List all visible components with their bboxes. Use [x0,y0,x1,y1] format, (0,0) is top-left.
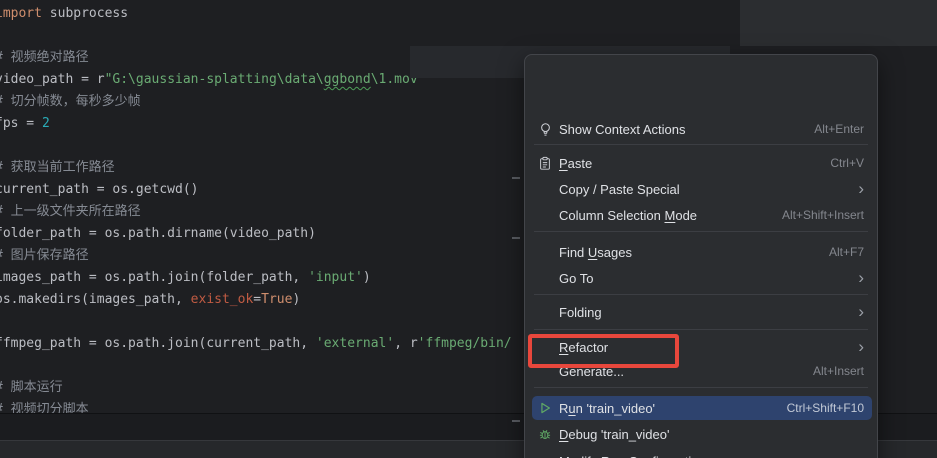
shortcut-label: Alt+Insert [793,364,864,378]
menu-separator [534,329,868,330]
menu-item-find-usages[interactable]: Find Usages Alt+F7 [526,239,876,265]
editor-context-menu: Show Context Actions Alt+Enter Paste Ctr… [524,54,878,458]
shortcut-label: Ctrl+Shift+F10 [767,401,864,415]
code-line: fps = 2 [0,113,50,135]
annotation-highlight-box [528,334,679,368]
menu-separator [534,144,868,145]
menu-item-go-to[interactable]: Go To › [526,265,876,291]
scrollbar-marker[interactable] [512,237,520,239]
submenu-arrow-icon: › [838,273,864,283]
menu-item-modify-run-configuration[interactable]: Modify Run Configuration... [526,448,876,458]
panel-fragment-right [740,0,937,46]
menu-item-copy-paste-special[interactable]: Copy / Paste Special › [526,176,876,202]
code-line: # 脚本运行 [0,377,63,399]
submenu-arrow-icon: › [838,307,864,317]
shortcut-label: Alt+F7 [809,245,864,259]
shortcut-label: Alt+Shift+Insert [762,208,864,222]
menu-item-debug-train-video[interactable]: Debug 'train_video' [526,421,876,447]
code-line: import subprocess [0,3,128,25]
code-line: folder_path = os.path.dirname(video_path… [0,223,316,245]
code-line: video_path = r"G:\gaussian-splatting\dat… [0,69,426,91]
menu-separator [534,387,868,388]
submenu-arrow-icon: › [838,184,864,194]
menu-item-paste[interactable]: Paste Ctrl+V [526,150,876,176]
shortcut-label: Alt+Enter [794,122,864,136]
menu-item-run-train-video[interactable]: Run 'train_video' Ctrl+Shift+F10 [532,396,872,420]
debug-bug-icon [535,426,555,442]
code-line: # 视频绝对路径 [0,47,89,69]
menu-item-folding[interactable]: Folding › [526,299,876,325]
menu-separator [534,294,868,295]
code-line: # 上一级文件夹所在路径 [0,201,141,223]
menu-item-column-selection-mode[interactable]: Column Selection Mode Alt+Shift+Insert [526,202,876,228]
lightbulb-icon [535,121,555,137]
submenu-arrow-icon: › [838,342,864,352]
menu-separator [534,231,868,232]
code-line: os.makedirs(images_path, exist_ok=True) [0,289,300,311]
menu-item-show-context-actions[interactable]: Show Context Actions Alt+Enter [526,116,876,142]
code-line: ffmpeg_path = os.path.join(current_path,… [0,333,512,355]
code-line: images_path = os.path.join(folder_path, … [0,267,371,289]
code-line: # 图片保存路径 [0,245,89,267]
pycharm-editor-context-menu-screenshot: import osimport subprocess# 视频绝对路径video_… [0,0,937,458]
scrollbar-marker[interactable] [512,177,520,179]
clipboard-paste-icon [535,155,555,171]
shortcut-label: Ctrl+V [810,156,864,170]
code-line: # 获取当前工作路径 [0,157,115,179]
code-line: current_path = os.getcwd() [0,179,199,201]
run-play-icon [535,400,555,416]
scrollbar-marker[interactable] [512,420,520,422]
code-line: # 切分帧数，每秒多少帧 [0,91,141,113]
